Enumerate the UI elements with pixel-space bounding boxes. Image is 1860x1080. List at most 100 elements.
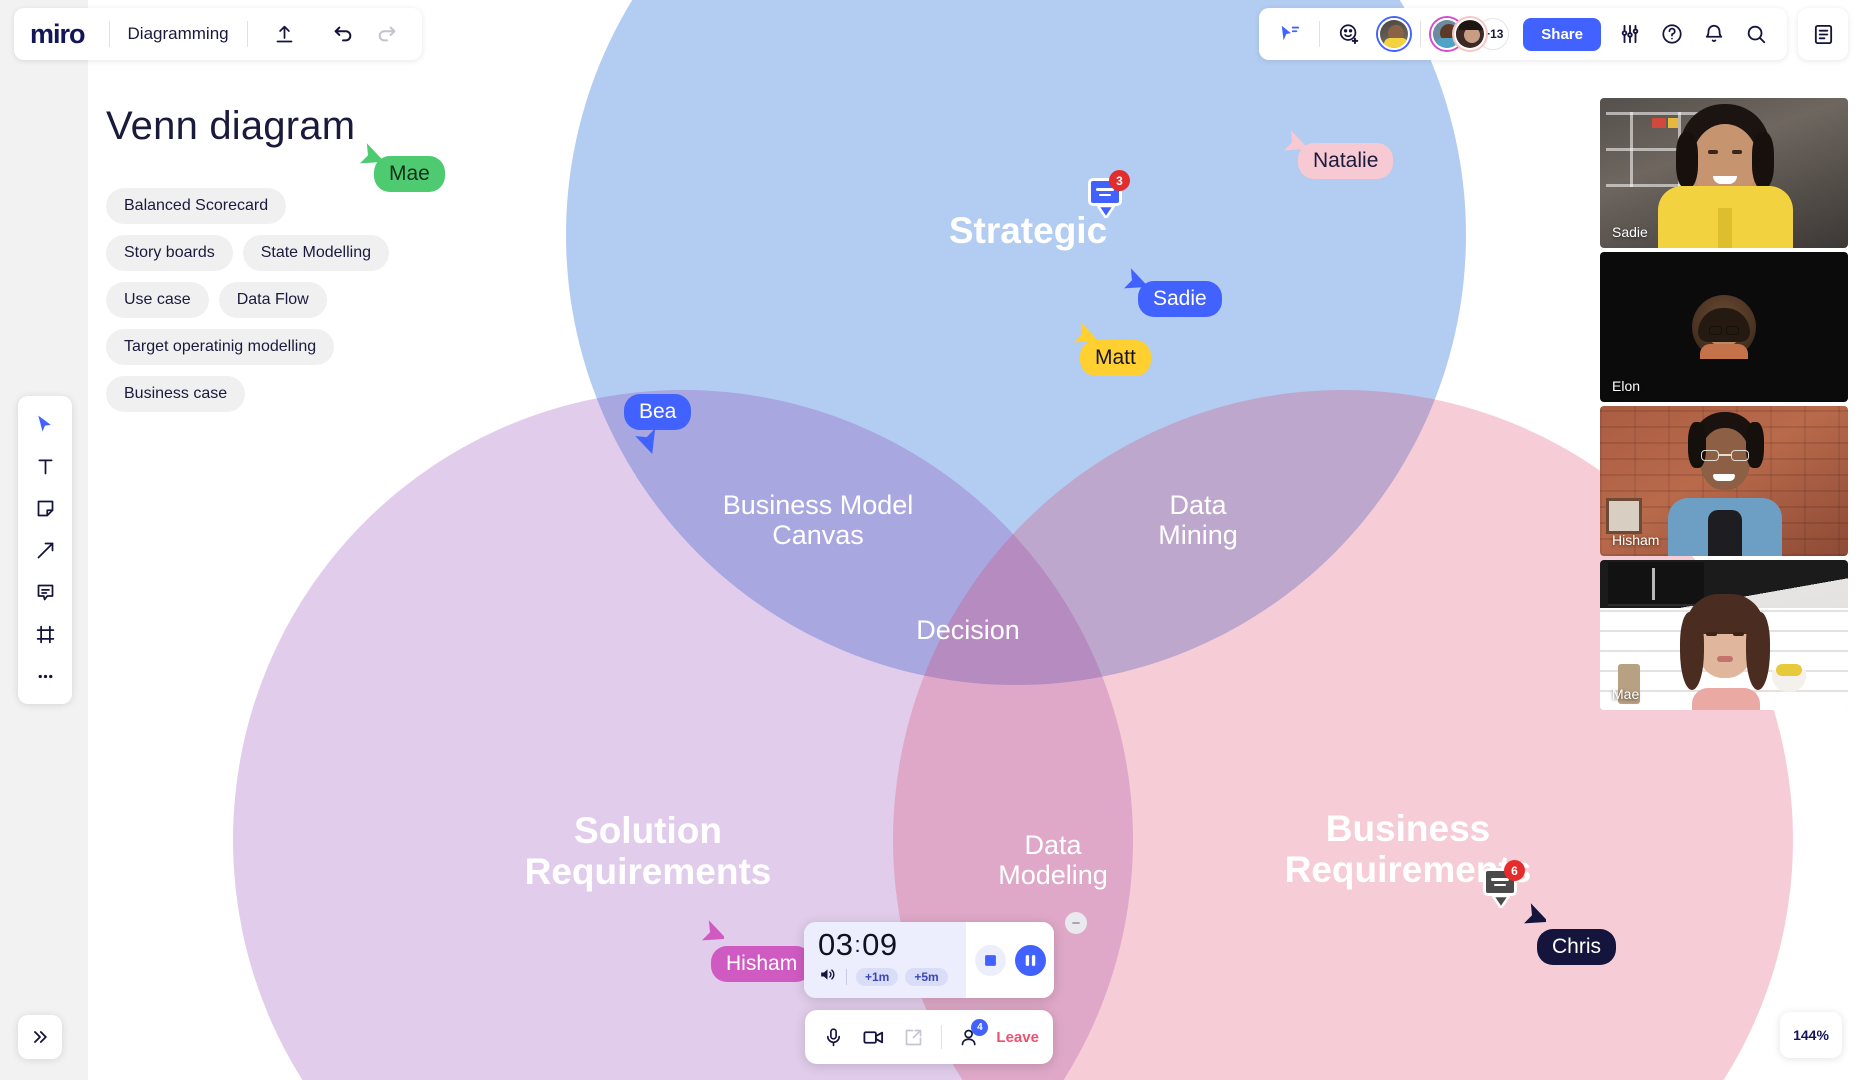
business-requirements-comment-pin[interactable]: 6 [1483, 860, 1525, 908]
board-name[interactable]: Diagramming [128, 24, 229, 44]
stop-icon[interactable] [974, 944, 1006, 976]
miro-logo[interactable]: miro [30, 19, 91, 50]
divider [1420, 21, 1422, 47]
cursor-share-icon[interactable] [1271, 15, 1309, 53]
share-button[interactable]: Share [1523, 17, 1601, 51]
chip-row: Target operatinig modelling [106, 329, 446, 365]
video-call-bar: 4 Leave [805, 1010, 1053, 1064]
chip-data-flow[interactable]: Data Flow [218, 282, 327, 318]
notes-panel-icon[interactable] [1798, 8, 1848, 60]
cursor-label-chris: Chris [1537, 929, 1617, 966]
video-tile-mae[interactable]: Mae [1600, 560, 1848, 710]
cursor-label-hisham: Hisham [711, 946, 813, 983]
undo-icon[interactable] [324, 15, 362, 53]
cursor-bea: Bea [624, 394, 692, 455]
screen-share-icon[interactable] [898, 1021, 928, 1053]
video-tile-name: Sadie [1612, 224, 1648, 240]
venn-label-business-requirements: Business Requirements [1284, 808, 1532, 891]
timer-display-area: 03:09 +1m +5m [804, 922, 966, 998]
cursor-label-sadie: Sadie [1138, 281, 1222, 318]
avatar [1692, 295, 1756, 359]
tag-chip-list: Balanced Scorecard Story boards State Mo… [106, 188, 446, 423]
venn-label-business-model-canvas: Business Model Canvas [722, 490, 914, 551]
pause-icon[interactable] [1014, 944, 1046, 976]
frame-icon[interactable] [25, 614, 65, 654]
cursor-natalie: Natalie [1280, 130, 1394, 180]
chip-story-boards[interactable]: Story boards [106, 235, 233, 271]
redo-icon [368, 15, 406, 53]
cursor-label-matt: Matt [1080, 340, 1151, 377]
video-tile-name: Mae [1612, 686, 1640, 702]
comment-count-badge: 6 [1504, 860, 1525, 881]
video-tile-name: Hisham [1612, 532, 1660, 548]
sticky-note-icon[interactable] [25, 488, 65, 528]
ellipsis-icon[interactable] [25, 656, 65, 696]
divider [1319, 21, 1321, 47]
search-icon[interactable] [1737, 15, 1775, 53]
chip-use-case[interactable]: Use case [106, 282, 209, 318]
tool-palette [18, 396, 72, 704]
timer-widget[interactable]: 03:09 +1m +5m [804, 922, 1054, 998]
cursor-matt: Matt [1070, 322, 1151, 377]
chip-row: Balanced Scorecard [106, 188, 446, 224]
page-title: Venn diagram [106, 104, 356, 148]
leave-button[interactable]: Leave [996, 1029, 1039, 1046]
video-tile-hisham[interactable]: Hisham [1600, 406, 1848, 556]
comment-icon[interactable] [25, 572, 65, 612]
zoom-level-indicator[interactable]: 144% [1780, 1012, 1842, 1058]
text-icon[interactable] [25, 446, 65, 486]
video-tile-sadie[interactable]: Sadie [1600, 98, 1848, 248]
cursor-chris: Chris [1520, 903, 1617, 966]
venn-label-data-mining: Data Mining [1158, 490, 1238, 551]
comment-count-badge: 3 [1109, 170, 1130, 191]
divider [940, 1025, 942, 1049]
divider [108, 21, 110, 47]
microphone-icon[interactable] [819, 1021, 849, 1053]
volume-icon[interactable] [818, 965, 837, 989]
help-circle-icon[interactable] [1653, 15, 1691, 53]
strategic-comment-pin[interactable]: 3 [1088, 170, 1130, 218]
chip-business-case[interactable]: Business case [106, 376, 246, 412]
video-camera-icon[interactable] [859, 1021, 889, 1053]
venn-label-decision: Decision [916, 615, 1020, 645]
arrow-icon[interactable] [25, 530, 65, 570]
venn-label-strategic: Strategic [948, 210, 1108, 251]
chip-row: Use case Data Flow [106, 282, 446, 318]
board-canvas[interactable]: Strategic Business Model Canvas Data Minin… [88, 0, 1860, 1080]
cursor-sadie: Sadie [1120, 268, 1222, 318]
avatar[interactable] [1454, 18, 1487, 50]
timer-controls [966, 922, 1054, 998]
chip-state-modelling[interactable]: State Modelling [242, 235, 390, 271]
upload-icon[interactable] [266, 15, 304, 53]
chip-row: Business case [106, 376, 446, 412]
chip-row: Story boards State Modelling [106, 235, 446, 271]
avatar[interactable] [1378, 18, 1411, 50]
top-right-toolbar: +13 Share [1259, 8, 1787, 60]
cursor-hisham: Hisham [698, 920, 813, 983]
minimize-icon[interactable]: − [1065, 912, 1087, 934]
cursor-label-mae: Mae [374, 156, 445, 193]
chip-target-operating-modelling[interactable]: Target operatinig modelling [106, 329, 335, 365]
add-reaction-icon[interactable] [1330, 15, 1368, 53]
divider [846, 968, 847, 985]
cursor-label-natalie: Natalie [1298, 143, 1394, 180]
participants-count-badge: 4 [971, 1019, 989, 1036]
video-participants-strip: Sadie Elon Hisham Mae [1600, 98, 1848, 710]
bell-icon[interactable] [1695, 15, 1733, 53]
chevron-double-right-icon[interactable] [18, 1015, 62, 1059]
video-tile-name: Elon [1612, 378, 1641, 394]
miro-board-app: Strategic Business Model Canvas Data Minin… [0, 0, 1860, 1080]
add-1m-button[interactable]: +1m [856, 967, 899, 986]
add-5m-button[interactable]: +5m [905, 967, 948, 986]
timer-time: 03:09 [818, 927, 898, 962]
person-icon[interactable]: 4 [955, 1019, 989, 1053]
divider [246, 21, 248, 47]
top-toolbar: miro Diagramming [14, 8, 422, 60]
chip-balanced-scorecard[interactable]: Balanced Scorecard [106, 188, 287, 224]
venn-label-solution-requirements: Solution Requirements [524, 810, 772, 893]
sliders-icon[interactable] [1611, 15, 1649, 53]
cursor-label-bea: Bea [624, 394, 692, 431]
cursor-icon[interactable] [25, 404, 65, 444]
cursor-mae: Mae [356, 143, 445, 193]
video-tile-elon[interactable]: Elon [1600, 252, 1848, 402]
